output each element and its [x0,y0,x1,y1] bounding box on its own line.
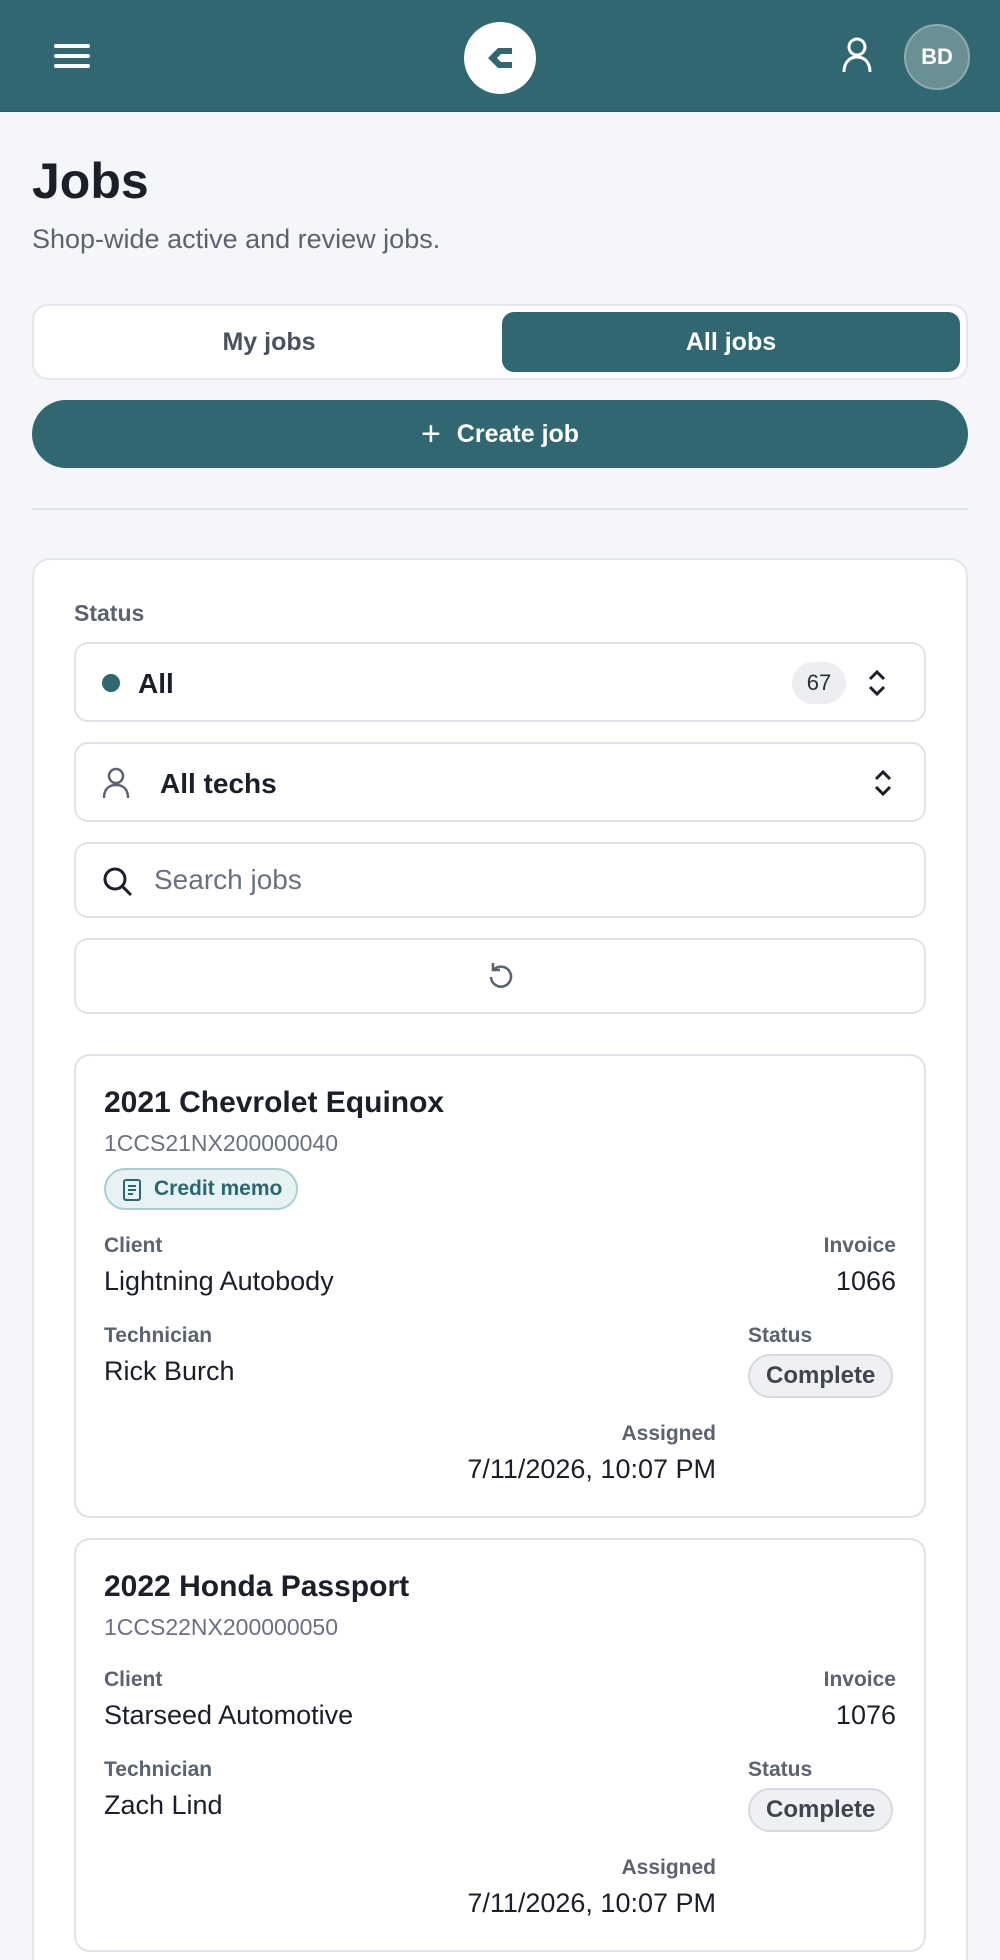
plus-icon: + [420,415,441,453]
credit-memo-label: Credit memo [154,1177,283,1200]
technician-select[interactable]: All techs [74,742,926,822]
assigned-label: Assigned [621,1856,716,1879]
tab-my-jobs[interactable]: My jobs [40,312,498,372]
person-icon [102,767,130,799]
tab-all-jobs[interactable]: All jobs [502,312,960,372]
create-job-label: Create job [456,420,580,448]
status-dot-icon [102,674,120,692]
status-label: Status [748,1324,813,1347]
status-count-badge: 67 [792,662,846,704]
create-job-button[interactable]: + Create job [32,400,968,468]
invoice-value: 1066 [835,1266,896,1296]
job-card[interactable]: 2022 Honda Passport 1CCS22NX200000050 Cl… [74,1538,926,1952]
status-badge: Complete [748,1788,894,1832]
document-icon [123,1179,141,1201]
status-filter-label: Status [74,600,145,626]
technician-value: Zach Lind [104,1790,223,1820]
divider [32,508,968,510]
job-card[interactable]: 2021 Chevrolet Equinox 1CCS21NX200000040… [74,1054,926,1518]
page-subtitle: Shop-wide active and review jobs. [32,224,441,254]
brand-logo[interactable] [464,22,536,94]
assigned-label: Assigned [621,1422,716,1445]
client-value: Starseed Automotive [104,1700,354,1730]
job-title: 2022 Honda Passport [104,1570,410,1603]
status-badge: Complete [748,1354,894,1398]
job-vin: 1CCS21NX200000040 [104,1130,339,1156]
hamburger-icon[interactable] [48,36,96,76]
technician-label: Technician [104,1758,213,1781]
credit-memo-badge: Credit memo [104,1168,299,1210]
technician-select-value: All techs [160,768,277,799]
job-vin: 1CCS22NX200000050 [104,1614,339,1640]
status-label: Status [748,1758,813,1781]
job-title: 2021 Chevrolet Equinox [104,1086,445,1119]
assigned-value: 7/11/2026, 10:07 PM [467,1454,716,1484]
page-title: Jobs [32,153,149,209]
assigned-value: 7/11/2026, 10:07 PM [467,1888,716,1918]
jobs-scope-toggle: My jobs All jobs [32,304,968,380]
technician-value: Rick Burch [104,1356,235,1386]
status-select[interactable]: All 67 [74,642,926,722]
search-field [74,842,926,918]
client-label: Client [104,1668,163,1691]
chevron-up-down-icon [874,769,892,797]
search-input[interactable] [154,858,894,902]
refresh-icon [489,963,513,988]
chevron-up-down-icon [868,669,886,697]
status-select-value: All [138,668,174,699]
avatar[interactable]: BD [904,24,970,90]
invoice-value: 1076 [835,1700,896,1730]
client-label: Client [104,1234,163,1257]
technician-label: Technician [104,1324,213,1347]
person-icon[interactable] [836,34,878,76]
client-value: Lightning Autobody [104,1266,334,1296]
invoice-label: Invoice [823,1668,896,1691]
invoice-label: Invoice [823,1234,896,1257]
refresh-button[interactable] [74,938,926,1014]
top-bar: BD [0,0,1000,112]
search-icon [103,867,133,897]
